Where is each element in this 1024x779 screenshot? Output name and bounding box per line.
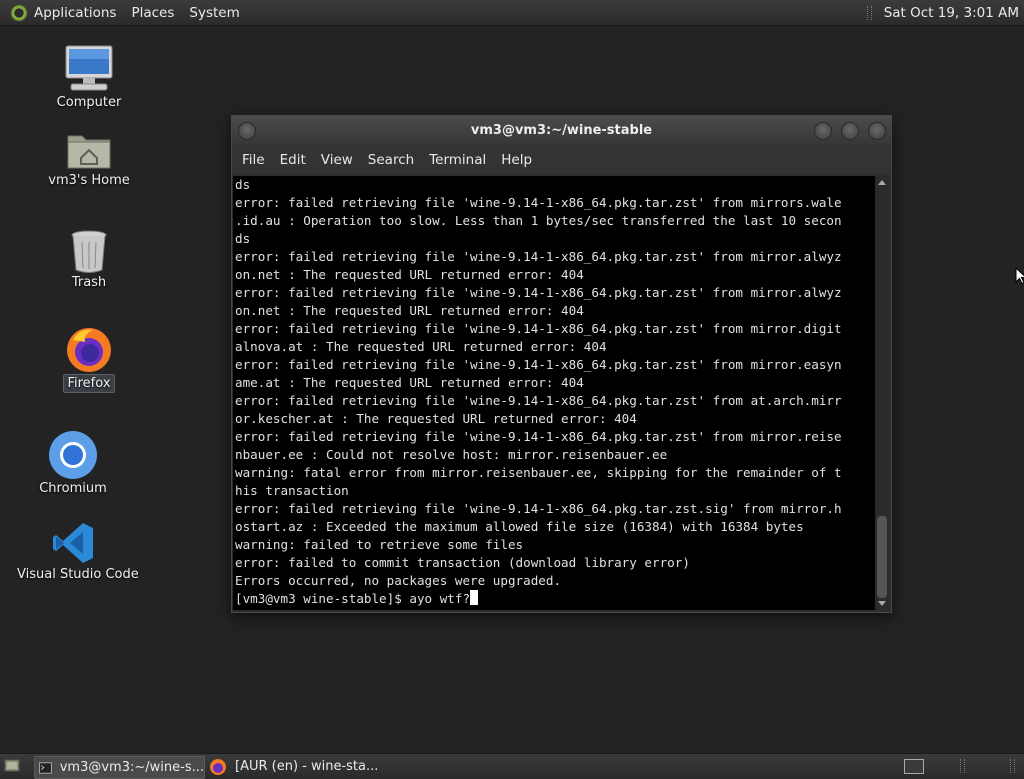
terminal-line: error: failed retrieving file 'wine-9.14… bbox=[235, 249, 842, 264]
terminal-line: error: failed retrieving file 'wine-9.14… bbox=[235, 429, 842, 444]
panel-separator bbox=[960, 759, 965, 773]
desktop-icon-label: Visual Studio Code bbox=[17, 567, 139, 582]
terminal-line: warning: failed to retrieve some files bbox=[235, 537, 524, 552]
terminal-prompt: [vm3@vm3 wine-stable]$ ayo wtf? bbox=[235, 591, 471, 606]
menu-system[interactable]: System bbox=[189, 5, 239, 21]
firefox-icon bbox=[67, 328, 111, 372]
terminal-output[interactable]: ds error: failed retrieving file 'wine-9… bbox=[233, 176, 875, 610]
scroll-up-arrow-icon[interactable] bbox=[878, 180, 886, 185]
terminal-line: nbauer.ee : Could not resolve host: mirr… bbox=[235, 447, 668, 462]
panel-separator bbox=[866, 5, 872, 20]
terminal-line: ame.at : The requested URL returned erro… bbox=[235, 375, 584, 390]
desktop-icon-chromium[interactable]: Chromium bbox=[28, 430, 118, 497]
computer-icon bbox=[65, 45, 113, 91]
terminal-line: ds bbox=[235, 231, 251, 246]
terminal-line: ds bbox=[235, 177, 251, 192]
terminal-line: error: failed retrieving file 'wine-9.14… bbox=[235, 195, 842, 210]
desktop-icon-label: Firefox bbox=[63, 374, 115, 393]
window-menu-button[interactable] bbox=[238, 122, 256, 140]
terminal-line: ostart.az : Exceeded the maximum allowed… bbox=[235, 519, 804, 534]
trash-icon bbox=[71, 230, 107, 273]
terminal-line: error: failed retrieving file 'wine-9.14… bbox=[235, 357, 842, 372]
desktop-icon-computer[interactable]: Computer bbox=[44, 44, 134, 111]
terminal-menubar: File Edit View Search Terminal Help bbox=[232, 145, 891, 174]
menu-search[interactable]: Search bbox=[368, 152, 414, 168]
menu-view[interactable]: View bbox=[321, 152, 353, 168]
terminal-line: error: failed retrieving file 'wine-9.14… bbox=[235, 393, 842, 408]
vscode-icon bbox=[53, 523, 93, 563]
chromium-icon bbox=[49, 431, 97, 479]
taskbar-item-label: [AUR (en) - wine-sta... bbox=[235, 759, 379, 774]
menu-applications[interactable]: Applications bbox=[34, 5, 116, 21]
menu-places[interactable]: Places bbox=[131, 5, 174, 21]
desktop-icon-label: Trash bbox=[71, 275, 107, 290]
top-panel: Applications Places System Sat Oct 19, 3… bbox=[0, 0, 1024, 26]
panel-separator bbox=[1010, 759, 1015, 773]
menu-file[interactable]: File bbox=[242, 152, 265, 168]
mate-menu-icon[interactable] bbox=[10, 3, 28, 22]
menu-terminal[interactable]: Terminal bbox=[429, 152, 486, 168]
home-folder-icon bbox=[67, 135, 111, 169]
mouse-pointer-icon bbox=[1015, 267, 1024, 285]
clock[interactable]: Sat Oct 19, 3:01 AM bbox=[884, 5, 1019, 21]
terminal-line: alnova.at : The requested URL returned e… bbox=[235, 339, 607, 354]
menu-edit[interactable]: Edit bbox=[280, 152, 306, 168]
scroll-down-arrow-icon[interactable] bbox=[878, 601, 886, 606]
terminal-scrollbar[interactable] bbox=[875, 176, 889, 610]
terminal-window[interactable]: vm3@vm3:~/wine-stable File Edit View Sea… bbox=[231, 115, 892, 613]
terminal-line: error: failed retrieving file 'wine-9.14… bbox=[235, 321, 842, 336]
terminal-line: Errors occurred, no packages were upgrad… bbox=[235, 573, 562, 588]
terminal-line: warning: fatal error from mirror.reisenb… bbox=[235, 465, 842, 480]
terminal-prompt-line[interactable]: [vm3@vm3 wine-stable]$ ayo wtf? bbox=[233, 590, 875, 608]
terminal-line: error: failed retrieving file 'wine-9.14… bbox=[235, 501, 842, 516]
terminal-line: or.kescher.at : The requested URL return… bbox=[235, 411, 637, 426]
text-cursor bbox=[470, 590, 479, 605]
desktop-icon-label: Computer bbox=[56, 95, 122, 110]
close-button[interactable] bbox=[868, 122, 886, 140]
show-desktop-icon[interactable] bbox=[4, 759, 20, 773]
maximize-button[interactable] bbox=[841, 122, 859, 140]
desktop-icon-label: Chromium bbox=[39, 481, 107, 496]
terminal-icon bbox=[39, 761, 52, 774]
desktop-icon-label: vm3's Home bbox=[48, 173, 130, 188]
terminal-line: error: failed retrieving file 'wine-9.14… bbox=[235, 285, 842, 300]
desktop-icon-trash[interactable]: Trash bbox=[44, 228, 134, 291]
terminal-line: his transaction bbox=[235, 483, 349, 498]
minimize-button[interactable] bbox=[814, 122, 832, 140]
taskbar-item-firefox[interactable]: [AUR (en) - wine-sta... bbox=[205, 756, 384, 777]
workspace-switcher[interactable] bbox=[904, 759, 924, 774]
desktop-icon-firefox[interactable]: Firefox bbox=[44, 326, 134, 393]
bottom-panel: vm3@vm3:~/wine-s... [AUR (en) - wine-sta… bbox=[0, 753, 1024, 779]
desktop-icon-vscode[interactable]: Visual Studio Code bbox=[14, 520, 139, 583]
terminal-line: on.net : The requested URL returned erro… bbox=[235, 267, 584, 282]
scrollbar-thumb[interactable] bbox=[877, 516, 887, 598]
desktop-icon-home[interactable]: vm3's Home bbox=[44, 128, 134, 189]
terminal-line: on.net : The requested URL returned erro… bbox=[235, 303, 584, 318]
menu-help[interactable]: Help bbox=[501, 152, 532, 168]
terminal-line: .id.au : Operation too slow. Less than 1… bbox=[235, 213, 842, 228]
firefox-icon bbox=[210, 758, 226, 775]
taskbar-item-terminal[interactable]: vm3@vm3:~/wine-s... bbox=[34, 756, 205, 779]
window-title: vm3@vm3:~/wine-stable bbox=[470, 123, 653, 138]
taskbar-item-label: vm3@vm3:~/wine-s... bbox=[59, 760, 204, 775]
terminal-line: error: failed to commit transaction (dow… bbox=[235, 555, 690, 570]
window-titlebar[interactable]: vm3@vm3:~/wine-stable bbox=[232, 116, 891, 145]
